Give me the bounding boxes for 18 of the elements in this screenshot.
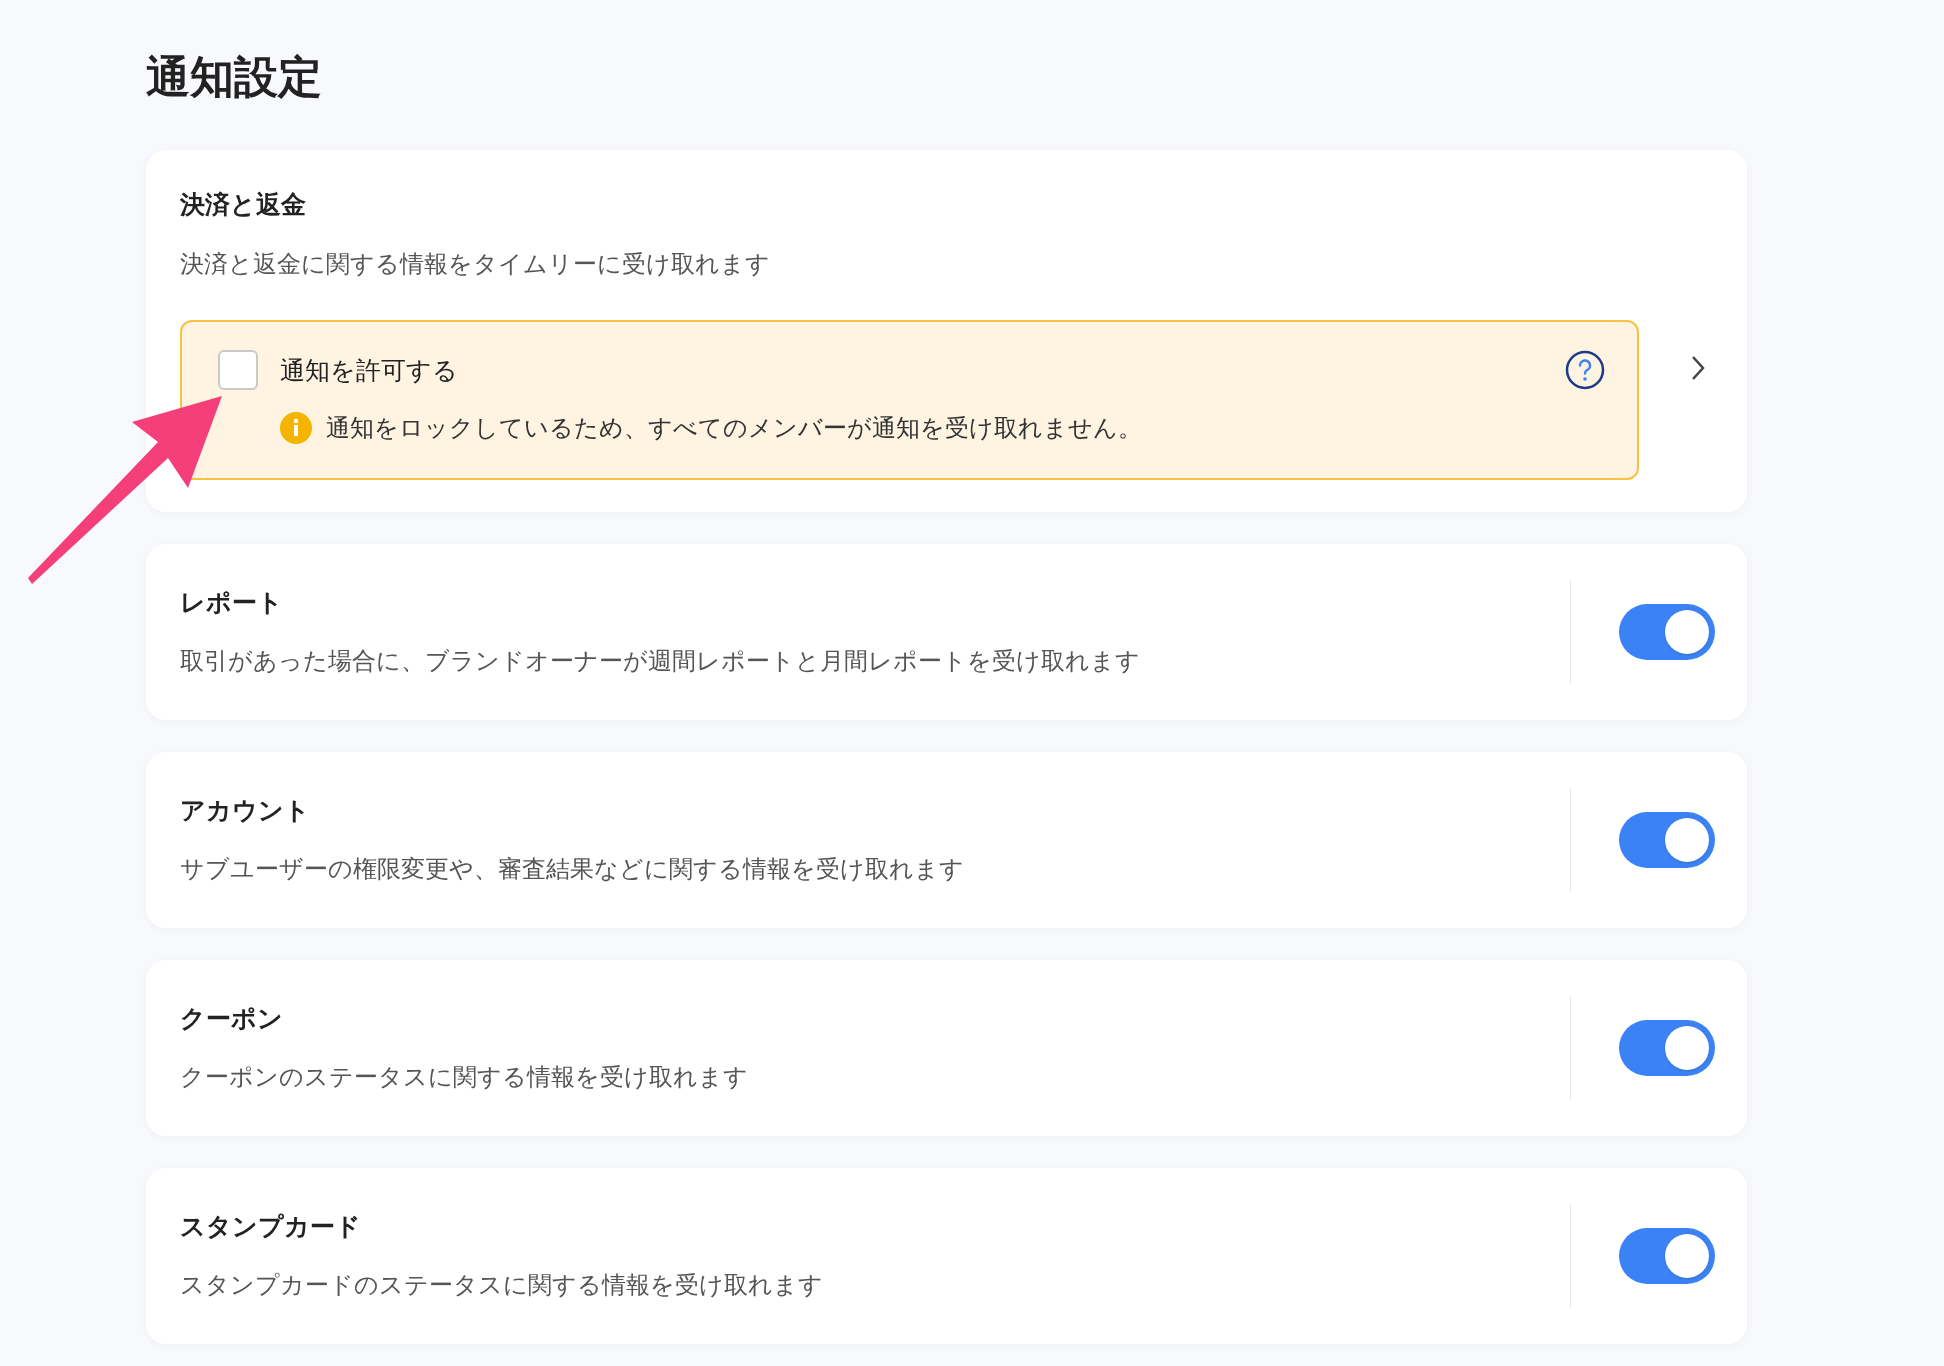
- help-icon[interactable]: [1565, 349, 1605, 390]
- chevron-right-icon[interactable]: [1689, 354, 1707, 382]
- section-description: 決済と返金に関する情報をタイムリーに受け取れます: [180, 248, 771, 279]
- section-description: サブユーザーの権限変更や、審査結果などに関する情報を受け取れます: [180, 854, 965, 885]
- section-title: アカウント: [180, 794, 311, 826]
- section-description: スタンプカードのステータスに関する情報を受け取れます: [180, 1270, 824, 1301]
- section-title: スタンプカード: [180, 1210, 362, 1242]
- section-title: レポート: [180, 586, 284, 618]
- info-icon: [280, 411, 312, 444]
- checkbox[interactable]: [218, 349, 258, 390]
- page-title: 通知設定: [146, 51, 323, 103]
- toggle-switch[interactable]: [1619, 1227, 1715, 1284]
- section-description: クーポンのステータスに関する情報を受け取れます: [180, 1062, 749, 1093]
- warning-text: 通知をロックしているため、すべてのメンバーが通知を受け取れません。: [326, 412, 1142, 443]
- section-title: クーポン: [180, 1002, 284, 1034]
- checkbox-label: 通知を許可する: [280, 354, 459, 386]
- section-title: 決済と返金: [180, 189, 307, 220]
- section-description: 取引があった場合に、ブランドオーナーが週間レポートと月間レポートを受け取れます: [180, 646, 1141, 677]
